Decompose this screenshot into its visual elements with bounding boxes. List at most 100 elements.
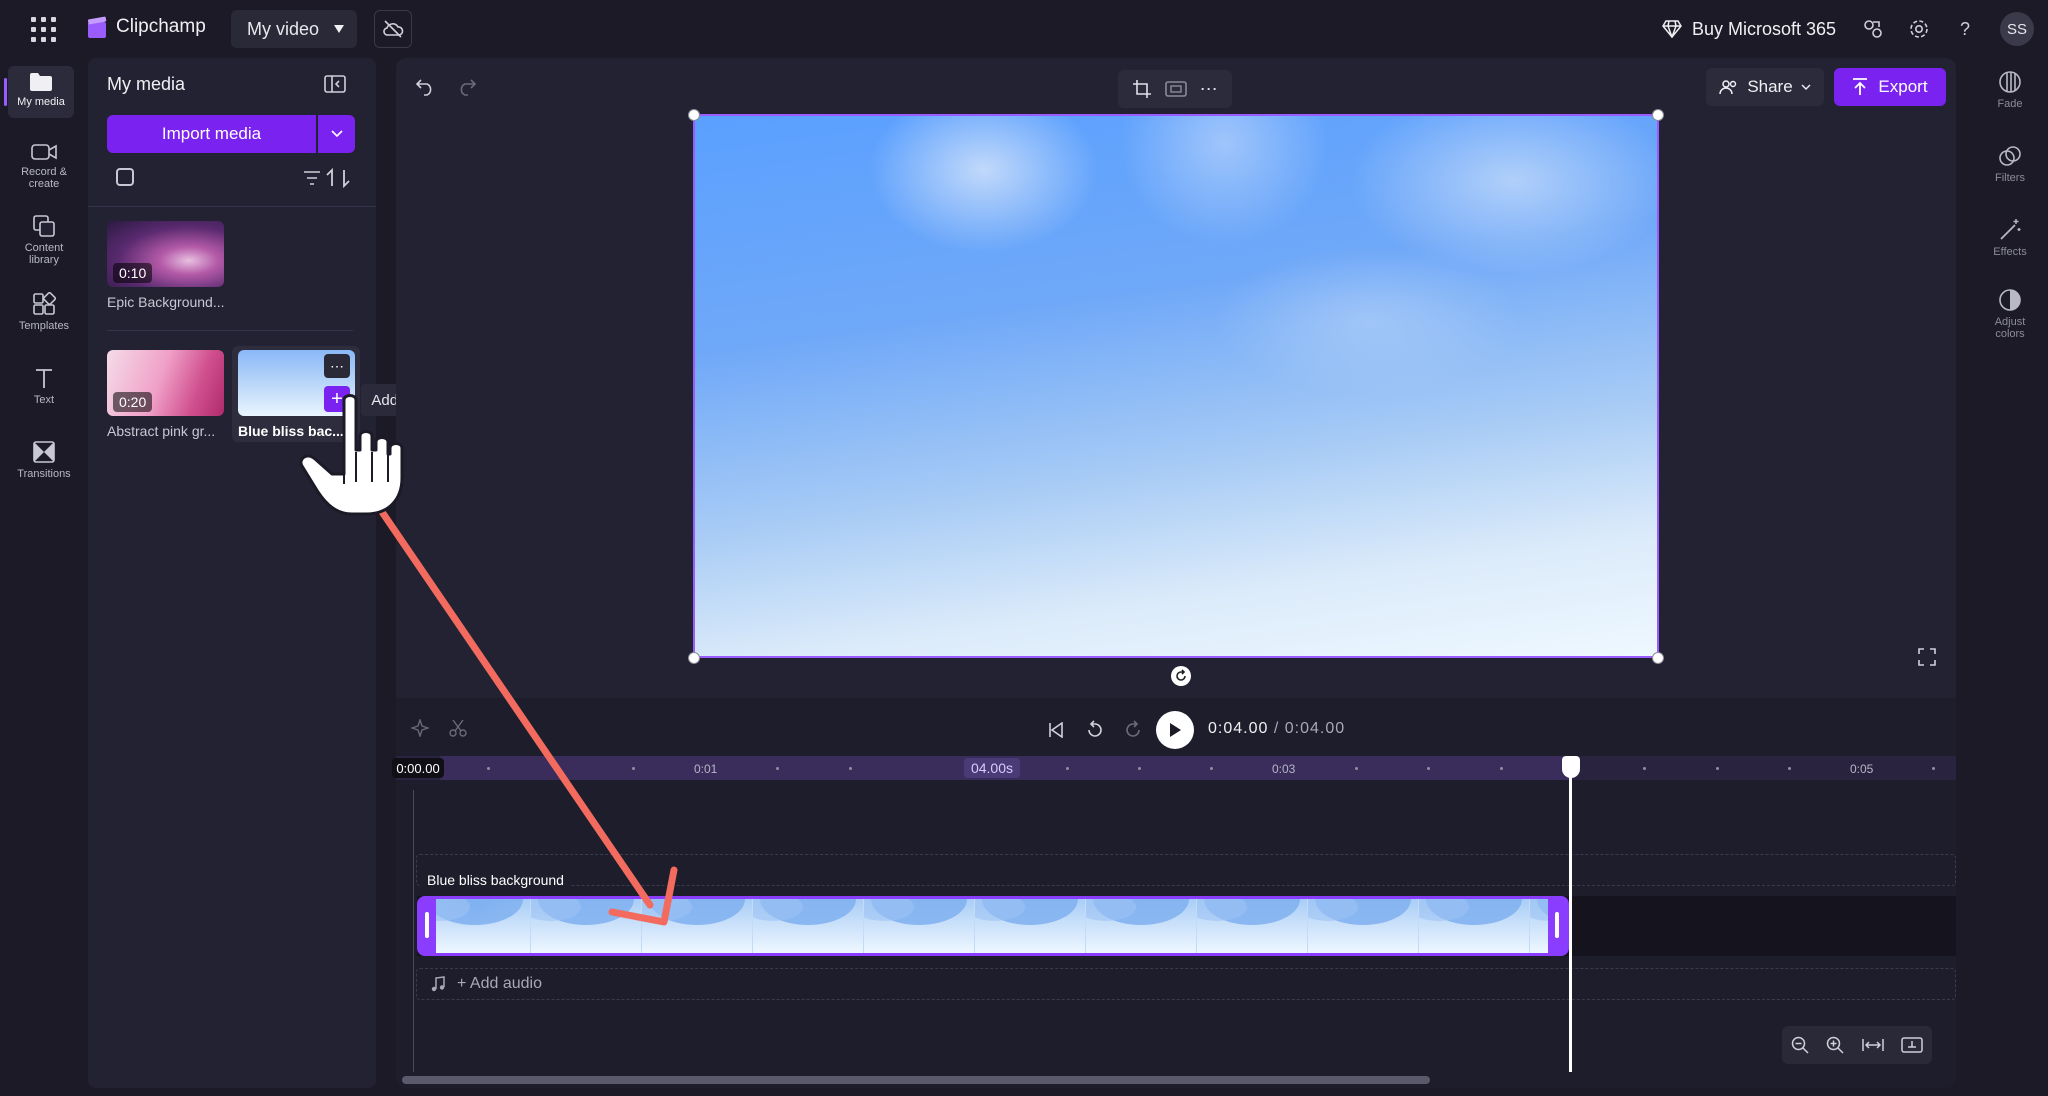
ruler-dot: [1427, 767, 1430, 770]
clip-trim-handle-right[interactable]: [1548, 898, 1566, 954]
rotate-handle[interactable]: [1171, 666, 1191, 686]
panel-title: My media: [107, 74, 186, 94]
select-all-checkbox[interactable]: [116, 168, 134, 186]
skip-back-icon: [1049, 722, 1063, 738]
share-button[interactable]: Share: [1706, 68, 1824, 106]
right-rail-label: Adjust colors: [1994, 316, 2026, 340]
fit-timeline-icon[interactable]: [1862, 1037, 1884, 1053]
more-options-icon[interactable]: ⋯: [324, 354, 350, 378]
audio-track[interactable]: + Add audio: [416, 968, 1956, 1000]
magic-icon[interactable]: [408, 716, 432, 740]
rewind-5-button[interactable]: [1082, 718, 1108, 742]
ruler-dot: [1643, 767, 1646, 770]
chevron-down-icon: [1801, 84, 1811, 90]
rail-label: Content library: [24, 242, 64, 266]
scissors-icon: [449, 719, 467, 737]
zoom-in-icon[interactable]: [1826, 1036, 1844, 1054]
chevron-down-icon: [330, 130, 343, 138]
effects-icon: [2000, 219, 2021, 240]
rail-item-transitions[interactable]: Transitions: [0, 440, 88, 488]
ruler-dot: [632, 767, 635, 770]
video-preview[interactable]: [693, 114, 1659, 658]
sparkle-icon: [411, 719, 429, 737]
media-thumbnail[interactable]: 0:20: [107, 350, 224, 416]
redo-button[interactable]: [452, 72, 482, 102]
forward-icon: [1126, 720, 1140, 737]
crop-icon[interactable]: [1132, 79, 1152, 99]
diamond-icon: [1662, 20, 1682, 38]
people-icon: [1719, 80, 1737, 95]
transitions-icon: [33, 441, 55, 463]
ruler-dot: [1066, 767, 1069, 770]
project-title-button[interactable]: My video: [231, 10, 357, 48]
clipchamp-logo-icon: [87, 16, 107, 38]
templates-icon: [33, 292, 56, 315]
skip-back-button[interactable]: [1044, 718, 1068, 742]
ruler-current-label: 04.00s: [964, 758, 1020, 778]
right-rail-effects[interactable]: Effects: [1978, 218, 2042, 258]
text-icon: [36, 369, 52, 388]
sort-filter-button[interactable]: [302, 166, 352, 192]
app-launcher-icon[interactable]: [26, 14, 60, 44]
zoom-controls: [1782, 1026, 1932, 1064]
undo-icon: [415, 79, 432, 96]
text-track[interactable]: [416, 854, 1956, 886]
rail-item-record-create[interactable]: Record & create: [0, 142, 88, 194]
right-rail-fade[interactable]: Fade: [1978, 70, 2042, 110]
rail-active-indicator: [4, 78, 7, 106]
clip-label: Blue bliss background: [421, 867, 570, 893]
collapse-panel-icon: [324, 75, 346, 93]
forward-5-button[interactable]: [1120, 718, 1146, 742]
resize-handle[interactable]: [1652, 652, 1664, 664]
timeline-clip[interactable]: [417, 896, 1569, 956]
more-icon[interactable]: ⋯: [1200, 79, 1218, 100]
export-button[interactable]: Export: [1834, 68, 1946, 106]
redo-icon: [460, 79, 477, 96]
playhead-handle[interactable]: [1562, 756, 1580, 778]
zoom-out-icon[interactable]: [1791, 1036, 1809, 1054]
ruler-dot: [1788, 767, 1791, 770]
sort-icon: [304, 167, 350, 189]
panel-divider: [88, 206, 376, 207]
settings-button[interactable]: [1904, 14, 1934, 44]
ruler-tick: 0:05: [1850, 762, 1874, 776]
import-media-dropdown[interactable]: [318, 115, 355, 153]
people-connect-icon: [1864, 20, 1882, 38]
timeline-scrollbar[interactable]: [402, 1076, 1430, 1084]
avatar[interactable]: SS: [2000, 12, 2034, 46]
buy-microsoft-365-button[interactable]: Buy Microsoft 365: [1662, 14, 1836, 44]
music-note-icon: [431, 976, 445, 992]
cloud-off-icon: [383, 20, 404, 38]
share-feedback-button[interactable]: [1858, 14, 1888, 44]
rail-item-my-media[interactable]: My media: [8, 66, 74, 118]
resize-handle[interactable]: [688, 652, 700, 664]
collapse-panel-button[interactable]: [322, 72, 348, 96]
split-button[interactable]: [446, 716, 470, 740]
right-rail-filters[interactable]: Filters: [1978, 144, 2042, 184]
play-icon: [1170, 723, 1181, 737]
help-icon[interactable]: ?: [1950, 14, 1980, 44]
right-rail-adjust-colors[interactable]: Adjust colors: [1978, 288, 2042, 340]
gear-icon: [1910, 20, 1928, 38]
folder-icon: [30, 73, 52, 91]
fit-icon[interactable]: [1165, 80, 1187, 98]
right-rail-label: Filters: [1995, 172, 2025, 184]
cloud-sync-button[interactable]: [374, 10, 412, 48]
ruler-start-label: 0:00.00: [392, 758, 444, 778]
rail-item-templates[interactable]: Templates: [0, 292, 88, 340]
rail-label: Text: [33, 394, 55, 406]
play-button[interactable]: [1156, 711, 1194, 749]
timeline-start-line: [413, 790, 414, 1072]
import-media-button[interactable]: Import media: [107, 115, 316, 153]
undo-button[interactable]: [410, 72, 440, 102]
resize-handle[interactable]: [688, 109, 700, 121]
media-thumbnail[interactable]: 0:10: [107, 221, 224, 287]
fullscreen-button[interactable]: [1912, 642, 1942, 672]
media-name: Abstract pink gr...: [107, 423, 216, 439]
clip-trim-handle-left[interactable]: [418, 898, 436, 954]
resize-handle[interactable]: [1652, 109, 1664, 121]
rail-item-content-library[interactable]: Content library: [0, 214, 88, 270]
ruler-dot: [1500, 767, 1503, 770]
expand-timeline-icon[interactable]: [1901, 1037, 1923, 1053]
rail-item-text[interactable]: Text: [0, 366, 88, 414]
